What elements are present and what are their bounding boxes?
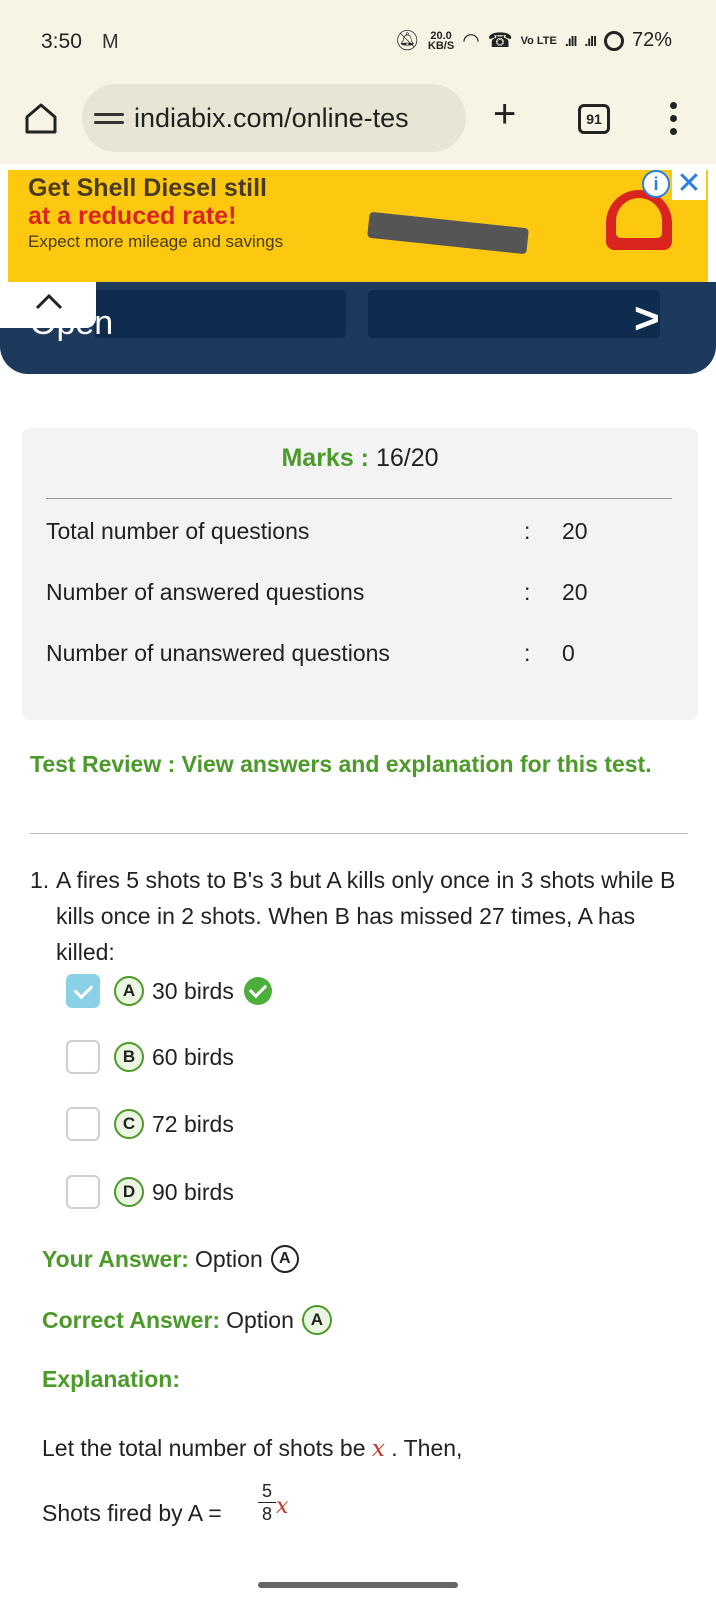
option-a-checkbox[interactable] — [66, 974, 100, 1008]
mute-icon: 🔕︎ — [394, 30, 420, 52]
option-b-letter: B — [114, 1042, 144, 1072]
fraction-denominator: 8 — [258, 1502, 276, 1525]
option-c-letter: C — [114, 1109, 144, 1139]
correct-answer-text: Option — [226, 1306, 294, 1333]
address-bar[interactable]: indiabix.com/online-tes — [82, 84, 466, 152]
option-d-text[interactable]: 90 birds — [152, 1179, 234, 1206]
test-review-heading: Test Review : View answers and explanati… — [30, 751, 652, 777]
nav-strip: Open > — [0, 282, 716, 374]
explanation-variable: x — [371, 1436, 385, 1462]
volte-icon: Vo LTE — [520, 34, 557, 47]
option-d-letter: D — [114, 1177, 144, 1207]
fraction: 5 8 — [258, 1480, 276, 1525]
fraction-variable: x — [276, 1494, 289, 1519]
network-speed: 20.0 KB/S — [427, 29, 455, 52]
explanation-label: Explanation: — [42, 1366, 181, 1392]
option-b-text[interactable]: 60 birds — [152, 1044, 234, 1071]
new-tab-button[interactable]: + — [493, 94, 516, 134]
gesture-nav-bar[interactable] — [258, 1582, 458, 1588]
fraction-numerator: 5 — [261, 1481, 272, 1501]
correct-check-icon — [243, 977, 272, 1005]
option-c-text[interactable]: 72 birds — [152, 1111, 234, 1138]
option-b-checkbox[interactable] — [66, 1040, 100, 1074]
option-d-checkbox[interactable] — [66, 1175, 100, 1209]
battery-icon — [603, 30, 624, 51]
your-answer: Your Answer: Option A — [42, 1245, 299, 1273]
ad-subline: Expect more mileage and savings — [28, 232, 284, 251]
browser-toolbar: indiabix.com/online-tes + 91 — [0, 80, 716, 164]
more-menu-icon[interactable] — [668, 102, 678, 135]
ad-highlight: at a reduced rate! — [28, 202, 237, 230]
next-button[interactable] — [368, 290, 660, 338]
wifi-call-icon: ☎ — [487, 30, 513, 52]
your-answer-text: Option — [194, 1245, 263, 1272]
question-1: 1. A fires 5 shots to B's 3 but A kills … — [30, 862, 690, 970]
summary-row-answered: Number of answered questions : 20 — [46, 579, 588, 605]
option-a-text[interactable]: 30 birds — [152, 978, 234, 1005]
url-text[interactable]: indiabix.com/online-tes — [134, 103, 464, 134]
option-b[interactable]: B 60 birds — [66, 1039, 234, 1075]
ad-banner[interactable]: Get Shell Diesel still at a reduced rate… — [8, 170, 708, 282]
wifi-icon: ◠ — [462, 30, 480, 52]
summary-row-unanswered: Number of unanswered questions : 0 — [46, 640, 575, 666]
marks-value: 16/20 — [375, 444, 439, 472]
collapse-ad-button[interactable] — [0, 282, 96, 328]
explanation-line-2: Shots fired by A = — [42, 1500, 222, 1526]
question-number: 1. — [30, 867, 50, 893]
your-answer-letter: A — [270, 1245, 299, 1273]
your-answer-label: Your Answer: — [42, 1245, 189, 1272]
option-c-checkbox[interactable] — [66, 1107, 100, 1141]
option-a-letter: A — [114, 976, 144, 1006]
correct-answer-label: Correct Answer: — [42, 1306, 221, 1333]
score-summary-card: Marks : 16/20 Total number of questions … — [22, 428, 698, 720]
explanation-line-1: Let the total number of shots be x . The… — [42, 1435, 463, 1462]
status-time: 3:50 — [41, 30, 82, 53]
status-icons: 🔕︎ 20.0 KB/S ◠ ☎ Vo LTE .ıll .ıll 72% — [395, 28, 672, 53]
site-settings-icon[interactable] — [94, 112, 124, 124]
ad-headline: Get Shell Diesel still — [28, 174, 267, 202]
status-bar: 3:50 M 🔕︎ 20.0 KB/S ◠ ☎ Vo LTE .ıll .ıll … — [0, 0, 716, 80]
marks-label: Marks : — [281, 444, 370, 472]
signal-icon-2: .ıll — [584, 32, 597, 49]
question-text: A fires 5 shots to B's 3 but A kills onl… — [56, 867, 676, 965]
ad-info-icon[interactable]: i — [642, 170, 670, 198]
option-a[interactable]: A 30 birds — [66, 973, 272, 1009]
home-icon[interactable] — [24, 101, 58, 135]
review-divider — [30, 833, 688, 834]
open-button[interactable] — [94, 290, 346, 338]
option-d[interactable]: D 90 birds — [66, 1174, 234, 1210]
summary-divider — [46, 498, 672, 499]
chevron-up-icon — [35, 293, 63, 310]
battery-level: 72% — [631, 29, 672, 51]
signal-icon: .ıll — [564, 32, 578, 49]
gmail-icon: M — [102, 31, 119, 53]
tab-switcher-button[interactable]: 91 — [578, 104, 610, 134]
marks-line: Marks : 16/20 — [22, 444, 698, 473]
option-c[interactable]: C 72 birds — [66, 1106, 234, 1142]
correct-answer: Correct Answer: Option A — [42, 1305, 332, 1335]
correct-answer-letter: A — [301, 1305, 332, 1335]
shell-logo — [606, 190, 672, 250]
summary-row-total: Total number of questions : 20 — [46, 518, 588, 544]
fuel-nozzle-image — [367, 211, 529, 255]
ad-close-icon[interactable]: ✕ — [672, 170, 706, 200]
chevron-right-icon[interactable]: > — [634, 294, 660, 344]
